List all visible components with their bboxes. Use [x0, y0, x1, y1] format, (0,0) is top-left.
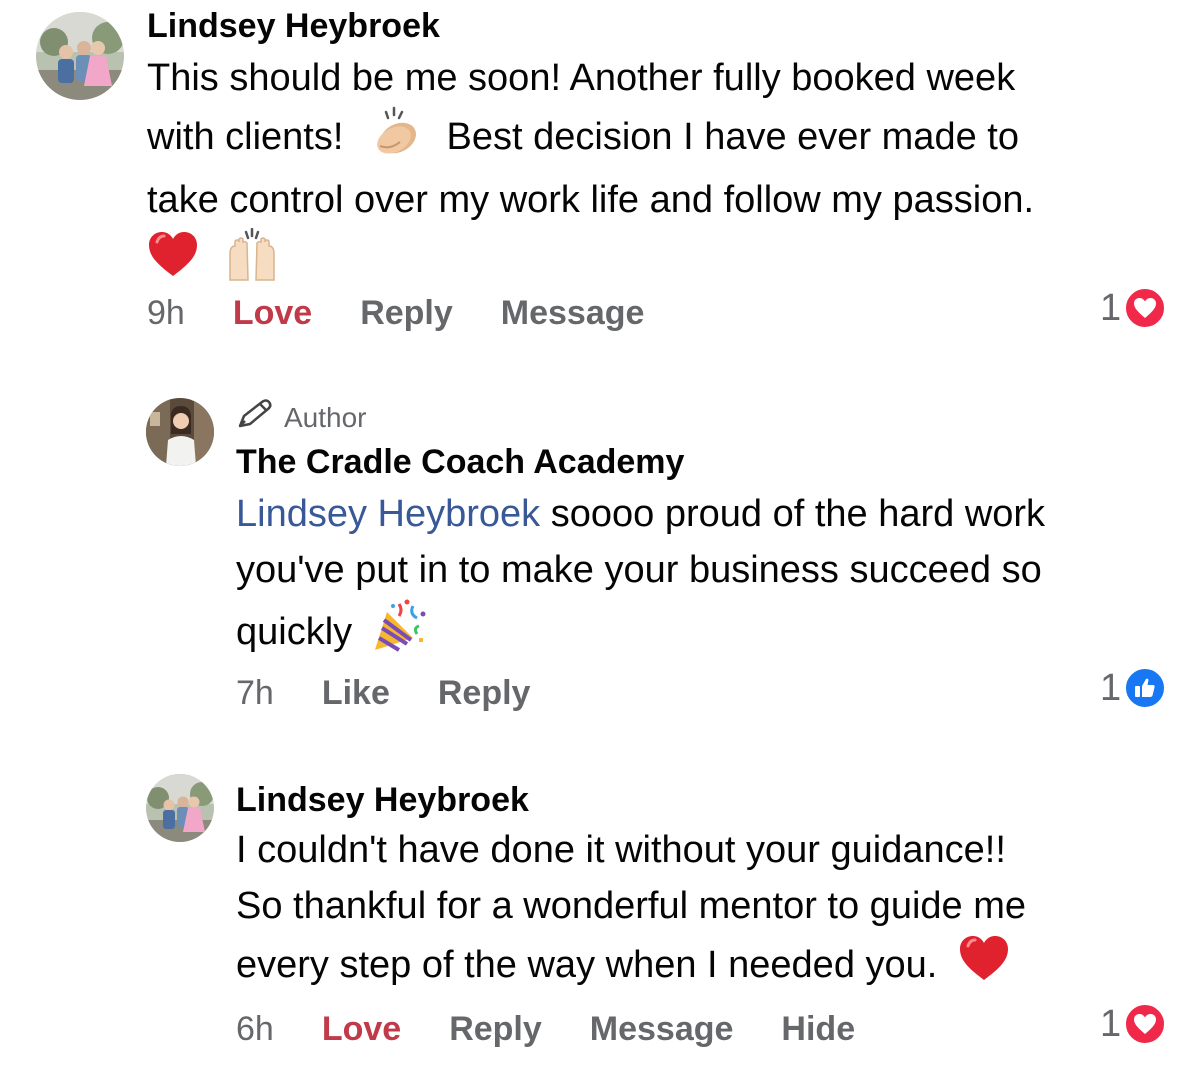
- clapping-hands-icon: [366, 106, 426, 172]
- reply-button[interactable]: Reply: [438, 674, 531, 713]
- reaction-count: 1: [1100, 1002, 1122, 1045]
- love-button[interactable]: Love: [322, 1010, 401, 1049]
- comment-author-name[interactable]: The Cradle Coach Academy: [236, 442, 684, 482]
- reaction-count: 1: [1100, 286, 1122, 329]
- author-badge: Author: [236, 398, 367, 437]
- comment-lindsey-1: Lindsey Heybroek This should be me soon!…: [0, 0, 1200, 340]
- comment-text-line: Lindsey Heybroek soooo proud of the hard…: [236, 486, 1045, 542]
- hide-button[interactable]: Hide: [781, 1010, 855, 1049]
- reply-button[interactable]: Reply: [360, 294, 453, 333]
- reaction-summary[interactable]: 1: [1100, 286, 1168, 330]
- red-heart-icon: [958, 934, 1010, 1000]
- comment-actions: 7h Like Reply: [236, 668, 530, 718]
- comment-actions: 6h Love Reply Message Hide: [236, 1004, 855, 1054]
- avatar[interactable]: [146, 398, 214, 466]
- comment-timestamp[interactable]: 7h: [236, 674, 274, 713]
- comment-author-name[interactable]: Lindsey Heybroek: [147, 6, 440, 46]
- comment-text-segment: soooo proud of the hard work: [540, 493, 1046, 535]
- comment-text-line: with clients! Best decision I have ever …: [147, 106, 1034, 172]
- comment-text-line: quickly: [236, 598, 1045, 670]
- like-reaction-icon: [1123, 666, 1168, 710]
- comment-text-line: take control over my work life and follo…: [147, 179, 1035, 221]
- comment-body: This should be me soon! Another fully bo…: [147, 50, 1034, 298]
- comment-text-line: So thankful for a wonderful mentor to gu…: [236, 885, 1027, 927]
- comment-text-line: I couldn't have done it without your gui…: [236, 829, 1006, 871]
- author-badge-label: Author: [284, 401, 367, 433]
- love-reaction-icon: [1123, 286, 1168, 330]
- reply-button[interactable]: Reply: [449, 1010, 542, 1049]
- comment-text-line: you've put in to make your business succ…: [236, 549, 1042, 591]
- avatar[interactable]: [146, 774, 214, 842]
- reaction-count: 1: [1100, 666, 1122, 709]
- comment-lindsey-2: Lindsey Heybroek I couldn't have done it…: [0, 760, 1200, 1077]
- comment-timestamp[interactable]: 6h: [236, 1010, 274, 1049]
- love-button[interactable]: Love: [233, 294, 312, 333]
- love-reaction-icon: [1123, 1002, 1168, 1046]
- comment-text-line: every step of the way when I needed you.: [236, 934, 1026, 1000]
- comment-author-name[interactable]: Lindsey Heybroek: [236, 780, 529, 820]
- comment-text-line: This should be me soon! Another fully bo…: [147, 57, 1016, 99]
- reaction-summary[interactable]: 1: [1100, 1002, 1168, 1046]
- message-button[interactable]: Message: [501, 294, 645, 333]
- like-button[interactable]: Like: [322, 674, 390, 713]
- comment-text-segment: every step of the way when I needed you.: [236, 944, 938, 987]
- mention-link[interactable]: Lindsey Heybroek: [236, 493, 540, 535]
- comment-actions: 9h Love Reply Message: [147, 288, 644, 338]
- comment-reply-author: Author The Cradle Coach Academy Lindsey …: [0, 380, 1200, 720]
- comment-body: Lindsey Heybroek soooo proud of the hard…: [236, 486, 1045, 670]
- red-heart-icon: [147, 230, 199, 296]
- comment-text-segment: quickly: [236, 611, 353, 654]
- avatar[interactable]: [36, 12, 124, 100]
- pencil-icon: [236, 398, 274, 437]
- comment-timestamp[interactable]: 9h: [147, 294, 185, 333]
- party-popper-icon: [369, 598, 427, 670]
- message-button[interactable]: Message: [590, 1010, 734, 1049]
- comment-text-segment: with clients!: [147, 116, 344, 159]
- reaction-summary[interactable]: 1: [1100, 666, 1168, 710]
- comment-body: I couldn't have done it without your gui…: [236, 822, 1026, 1000]
- comment-text-segment: Best decision I have ever made to: [446, 116, 1019, 159]
